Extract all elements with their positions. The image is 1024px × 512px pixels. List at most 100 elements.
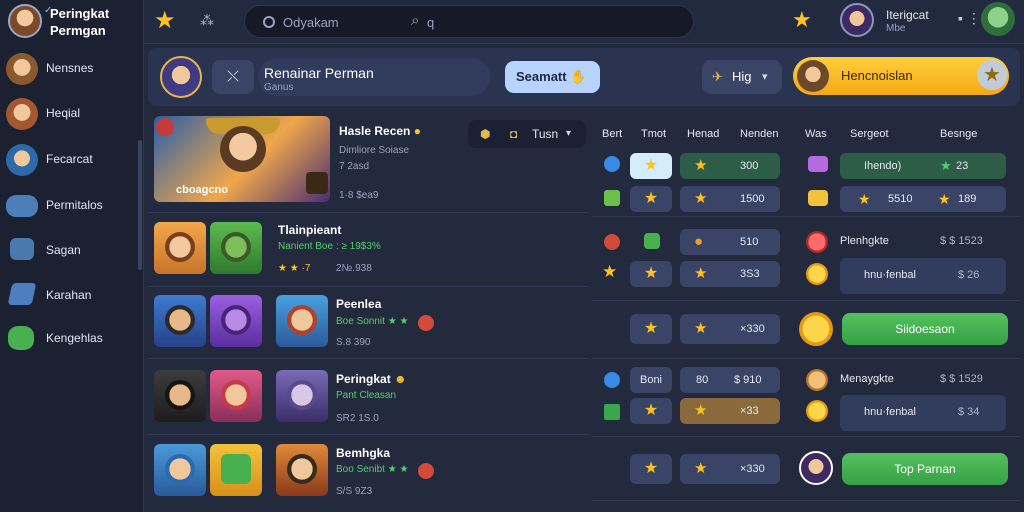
featured-title[interactable]: Hasle Recen ● — [339, 124, 421, 138]
game-filter-select[interactable]: ⬢ ◘ Tusn ▾ — [468, 120, 586, 148]
score-cell[interactable]: ★ 5510 ★ 189 — [840, 186, 1006, 212]
star-cell[interactable]: ★ — [630, 314, 672, 344]
game-tile[interactable] — [210, 370, 262, 422]
brand[interactable]: ✓ Peringkat Permgan — [6, 3, 142, 39]
game-meta: S.8 390 — [336, 337, 371, 348]
value-cell[interactable]: ★ 300 — [680, 153, 780, 179]
star-icon: ★ — [694, 157, 708, 174]
column-header[interactable]: Besnge — [940, 128, 977, 140]
score-cell[interactable]: Ihendo) ★ 23 — [840, 153, 1006, 179]
star-icon: ★ — [694, 402, 708, 419]
hex-icon: ⬢ — [480, 127, 491, 141]
value-cell[interactable]: ★ 3S3 — [680, 261, 780, 287]
search-suffix: q — [427, 15, 435, 30]
sidebar-item-fecarcat[interactable]: Fecarcat — [4, 141, 136, 177]
value-cell[interactable]: ● 510 — [680, 229, 780, 255]
header-avatar[interactable] — [160, 56, 202, 98]
value-cell[interactable]: ★ ×330 — [680, 454, 780, 484]
column-header[interactable]: Tmot — [641, 128, 666, 140]
value-cell[interactable]: 80 $ 910 — [680, 367, 780, 393]
mascot-avatar[interactable] — [981, 2, 1015, 36]
star-rating: ★ ★ ·7 — [278, 263, 311, 274]
game-title[interactable]: Bemhgka — [336, 446, 390, 460]
featured-subtitle-2: 7 2asd — [339, 161, 370, 172]
hero-avatar-icon — [6, 53, 38, 85]
value-cell[interactable]: ★ ×330 — [680, 314, 780, 344]
favorites-star-icon[interactable]: ★ — [154, 6, 176, 35]
star-cell[interactable]: ★ — [630, 153, 672, 179]
search-input[interactable]: Odyakam — [283, 15, 339, 30]
player-score: $ 26 — [958, 269, 980, 281]
hero-face — [165, 232, 195, 262]
column-header[interactable]: Henad — [687, 128, 719, 140]
column-header[interactable]: Bert — [602, 128, 622, 140]
sidebar-scrollbar[interactable] — [138, 140, 142, 270]
game-tile[interactable] — [154, 444, 206, 496]
game-tile[interactable] — [210, 295, 262, 347]
divider — [148, 434, 588, 435]
divider — [592, 500, 1020, 501]
top-player-button[interactable]: Top Parnan — [842, 453, 1008, 485]
value-text: 300 — [740, 160, 759, 172]
featured-game-banner[interactable]: cboagcno — [154, 116, 330, 202]
player-cell[interactable]: hnu·fenbal $ 26 — [840, 258, 1006, 294]
game-tile[interactable] — [276, 444, 328, 496]
star-icon: ★ — [602, 262, 618, 281]
game-tile[interactable] — [154, 295, 206, 347]
banner-avatar — [797, 60, 829, 92]
sidebar-item-permitalos[interactable]: Permitalos — [4, 187, 136, 223]
filter-select[interactable]: ✈ Hig ▾ — [702, 60, 782, 94]
player-avatar[interactable] — [799, 451, 833, 485]
value-cell[interactable]: ★ ×33 — [680, 398, 780, 424]
header-title-box: Renainar Perman Ganus — [258, 58, 490, 96]
search-icon[interactable]: ⌕ — [411, 12, 419, 29]
star-cell[interactable]: ★ — [630, 261, 672, 287]
player-cell[interactable]: hnu·fenbal $ 34 — [840, 395, 1006, 431]
game-tile[interactable] — [210, 444, 262, 496]
left-cell[interactable]: Boni — [630, 367, 672, 393]
sidebar-item-karahan[interactable]: Karahan — [4, 277, 136, 313]
sidebar-item-nensnes[interactable]: Nensnes — [4, 50, 136, 86]
sidebar-item-sagan[interactable]: Sagan — [4, 232, 136, 268]
hero-avatar-icon — [6, 144, 38, 176]
game-tile[interactable] — [154, 370, 206, 422]
action-button[interactable]: Seamatt ✋ — [505, 61, 600, 93]
star-badge-icon: ★ — [977, 60, 1007, 90]
ruby-icon — [806, 231, 828, 253]
star-cell[interactable]: ★ — [630, 186, 672, 212]
game-tile[interactable] — [210, 222, 262, 274]
column-header[interactable]: Was — [805, 128, 827, 140]
game-title[interactable]: Tlainpieant — [278, 223, 341, 237]
hero-face — [165, 454, 195, 484]
score-label: 5510 — [888, 193, 913, 205]
green-action-button[interactable]: Siidoesaon — [842, 313, 1008, 345]
game-tile[interactable] — [276, 370, 328, 422]
game-title[interactable]: Peringkat ☻ — [336, 372, 407, 386]
sidebar-item-kengehlas[interactable]: Kengehlas — [4, 320, 136, 356]
game-tile[interactable] — [154, 222, 206, 274]
game-tag: Pant Cleasan — [336, 390, 397, 401]
column-header[interactable]: Sergeot — [850, 128, 889, 140]
user-avatar[interactable] — [840, 3, 874, 37]
star-icon: ★ — [694, 265, 708, 282]
gold-icon — [808, 190, 828, 206]
star-cell[interactable]: ★ — [630, 398, 672, 424]
search-bar[interactable]: Odyakam ⌕ q — [244, 5, 694, 38]
star-icon: ★ — [694, 460, 708, 477]
grid-icon[interactable]: ⁂ — [200, 12, 214, 29]
game-meta: SR2 1S.0 — [336, 413, 379, 424]
gem-icon — [604, 156, 620, 172]
value-text: 510 — [740, 236, 759, 248]
player-name: hnu·fenbal — [864, 269, 916, 281]
game-tile[interactable] — [276, 295, 328, 347]
more-menu-icon[interactable]: ▪ ⋮ — [958, 10, 981, 27]
sidebar-item-heqial[interactable]: Heqial — [4, 95, 136, 131]
swap-button[interactable]: ⤬ — [212, 60, 254, 94]
game-title[interactable]: Peenlea — [336, 297, 381, 311]
value-cell[interactable]: ★ 1500 — [680, 186, 780, 212]
sidebar: ✓ Peringkat Permgan Nensnes Heqial Fecar… — [0, 0, 144, 512]
star-icon[interactable]: ★ — [792, 7, 812, 33]
column-header[interactable]: Nenden — [740, 128, 779, 140]
star-cell[interactable]: ★ — [630, 454, 672, 484]
gold-banner-button[interactable]: Hencnoislan ★ — [793, 57, 1009, 95]
